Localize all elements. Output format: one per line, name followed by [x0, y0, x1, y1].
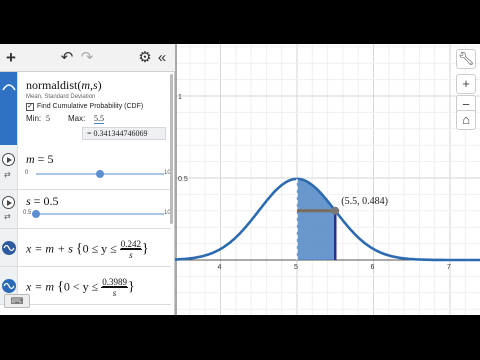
- cdf-shaded-region: [297, 178, 336, 260]
- expression-boundary-line[interactable]: x = m + s {0 ≤ y ≤ 0.242 s}: [0, 229, 171, 267]
- slider-value[interactable]: 0.5: [43, 194, 58, 208]
- graph-canvas[interactable]: (5.5, 0.484) 4 5 6 7 1 0.5: [175, 44, 480, 315]
- x-tick-label: 4: [218, 264, 222, 271]
- home-icon[interactable]: ⌂: [456, 110, 476, 130]
- fraction-denominator: s: [129, 250, 133, 260]
- slider-value[interactable]: 5: [47, 152, 53, 166]
- zoom-in-button[interactable]: +: [456, 74, 476, 94]
- slider-knob[interactable]: [32, 210, 40, 218]
- curve-point[interactable]: [331, 206, 340, 215]
- max-label: Max:: [68, 114, 86, 123]
- expression-lhs: x = m: [26, 279, 55, 294]
- expression-toolbar: + ↶ ↷ ⚙ «: [0, 44, 175, 72]
- gear-icon[interactable]: ⚙: [138, 48, 152, 68]
- slider-variable: s: [26, 194, 31, 208]
- distribution-icon: [2, 84, 16, 91]
- x-tick-label: 7: [447, 264, 451, 271]
- cdf-checkbox[interactable]: ✓: [26, 103, 34, 111]
- expression-fraction: 0.242 s: [119, 239, 143, 260]
- slider-track[interactable]: [32, 210, 164, 218]
- slider-min[interactable]: 0.5: [23, 210, 31, 216]
- expression-fraction: 0.3989 s: [101, 277, 128, 298]
- distribution-function[interactable]: normaldist(m,s): [26, 78, 102, 93]
- cdf-result: = 0.341344746069: [82, 127, 166, 140]
- expression-gutter: ⇄: [0, 190, 18, 228]
- wave-icon[interactable]: [2, 279, 16, 293]
- redo-icon[interactable]: ↷: [80, 48, 94, 68]
- slider-track[interactable]: [36, 170, 164, 178]
- expression-condition: 0 ≤ y ≤: [82, 241, 117, 256]
- grid: [175, 44, 480, 315]
- play-icon[interactable]: [2, 153, 15, 166]
- expression-lhs: x = m + s: [26, 241, 73, 256]
- y-tick-label: 1: [178, 94, 182, 101]
- calculator-app: + ↶ ↷ ⚙ « normaldist(m,s) Mean, Standard…: [0, 44, 480, 315]
- cdf-label: Find Cumulative Probability (CDF): [37, 103, 144, 110]
- plus-icon[interactable]: +: [3, 48, 19, 68]
- chevron-left-icon[interactable]: «: [155, 48, 169, 68]
- distribution-name: normaldist: [26, 78, 78, 92]
- expression-slider-m[interactable]: ⇄ m = 5 0 10: [0, 145, 171, 190]
- scrollbar[interactable]: [170, 74, 173, 224]
- point-label: (5.5, 0.484): [341, 196, 388, 207]
- wave-icon[interactable]: [2, 241, 16, 255]
- min-input[interactable]: 5: [46, 114, 50, 123]
- min-label: Min:: [26, 114, 42, 123]
- expression-gutter: [0, 229, 18, 266]
- expression-gutter: ⇄: [0, 145, 18, 189]
- x-tick-label: 5: [294, 264, 298, 271]
- distribution-subtitle: Mean, Standard Deviation: [26, 94, 96, 100]
- fraction-numerator: 0.3989: [101, 277, 128, 288]
- y-tick-label: 0.5: [178, 176, 188, 183]
- expression-condition: 0 < y ≤: [63, 279, 99, 294]
- x-tick-label: 6: [371, 264, 375, 271]
- fraction-numerator: 0.242: [119, 239, 143, 250]
- distribution-args: m,s: [81, 78, 98, 92]
- fraction-denominator: s: [112, 288, 117, 298]
- max-input[interactable]: 5.5: [94, 114, 104, 124]
- play-icon[interactable]: [2, 196, 15, 209]
- expression-list: + ↶ ↷ ⚙ « normaldist(m,s) Mean, Standard…: [0, 44, 175, 315]
- keyboard-icon[interactable]: ⌨: [4, 294, 30, 308]
- expression-slider-s[interactable]: ⇄ s = 0.5 0.5 10: [0, 190, 171, 229]
- slider-variable: m: [26, 152, 35, 166]
- wrench-icon[interactable]: 🔧︎: [456, 49, 476, 69]
- undo-icon[interactable]: ↶: [60, 48, 74, 68]
- loop-icon[interactable]: ⇄: [4, 212, 11, 221]
- loop-icon[interactable]: ⇄: [4, 170, 11, 179]
- slider-min[interactable]: 0: [25, 170, 28, 176]
- slider-knob[interactable]: [96, 170, 104, 178]
